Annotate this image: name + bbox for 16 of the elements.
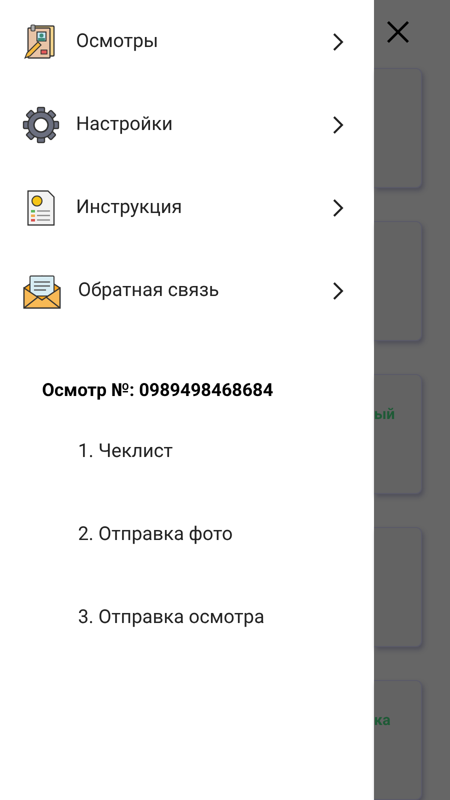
inspection-title: Осмотр №: 0989498468684 xyxy=(42,379,274,403)
step-item[interactable]: 1. Чеклист xyxy=(0,410,374,493)
menu-item[interactable]: Настройки xyxy=(0,83,374,166)
card-title: ка xyxy=(374,710,390,731)
step-item[interactable]: 3. Отправка осмотра xyxy=(0,576,374,659)
menu-item[interactable]: Обратная связь xyxy=(0,249,374,332)
card-title: ый xyxy=(374,404,395,425)
gear-icon xyxy=(22,106,60,144)
chevron-right-icon xyxy=(332,114,344,134)
menu-item[interactable]: Осмотры xyxy=(0,0,374,83)
close-icon xyxy=(386,20,410,44)
chevron-right-icon xyxy=(332,198,344,218)
menu-item[interactable]: Инструкция xyxy=(0,166,374,249)
chevron-right-icon xyxy=(332,280,344,300)
chevron-right-icon xyxy=(332,32,344,52)
step-item[interactable]: 2. Отправка фото xyxy=(0,493,374,576)
